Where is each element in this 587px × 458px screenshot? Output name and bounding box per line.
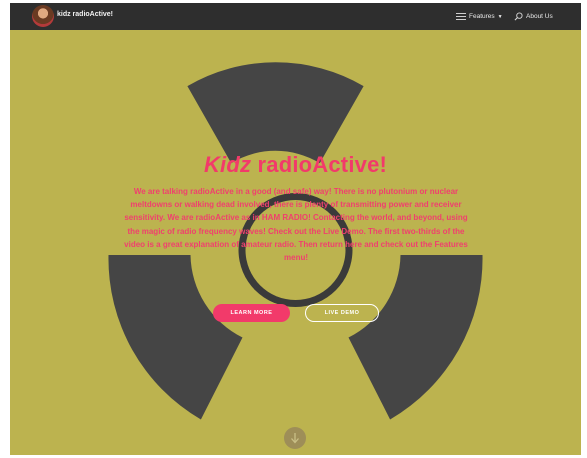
arrow-down-icon	[291, 433, 299, 444]
radiation-blade-top	[187, 62, 364, 164]
nav-about-link[interactable]: About Us	[514, 10, 553, 23]
page-frame: kidz radioActive! Features ▼ About Us Ki…	[10, 3, 581, 455]
nav-about-label: About Us	[526, 13, 553, 20]
hero-description: We are talking radioActive in a good (an…	[124, 187, 468, 263]
nav-features-label: Features	[469, 13, 495, 20]
hero-title-italic: Kidz	[203, 152, 252, 177]
learn-more-button[interactable]: LEARN MORE	[213, 304, 290, 322]
radiation-blade-left	[108, 255, 243, 420]
scroll-down-button[interactable]	[284, 427, 306, 449]
hero-title: Kidz radioActive!	[10, 152, 581, 178]
search-icon	[514, 12, 523, 21]
live-demo-button[interactable]: LIVE DEMO	[305, 304, 379, 322]
avatar[interactable]	[32, 5, 54, 27]
hero-title-rest: radioActive!	[251, 152, 388, 177]
radiation-blade-right	[348, 255, 483, 420]
top-navbar: kidz radioActive! Features ▼ About Us	[10, 3, 581, 30]
menu-icon	[456, 13, 466, 20]
chevron-down-icon: ▼	[497, 13, 503, 20]
nav-features-menu[interactable]: Features ▼	[456, 10, 503, 23]
brand-name[interactable]: kidz radioActive!	[57, 11, 113, 18]
